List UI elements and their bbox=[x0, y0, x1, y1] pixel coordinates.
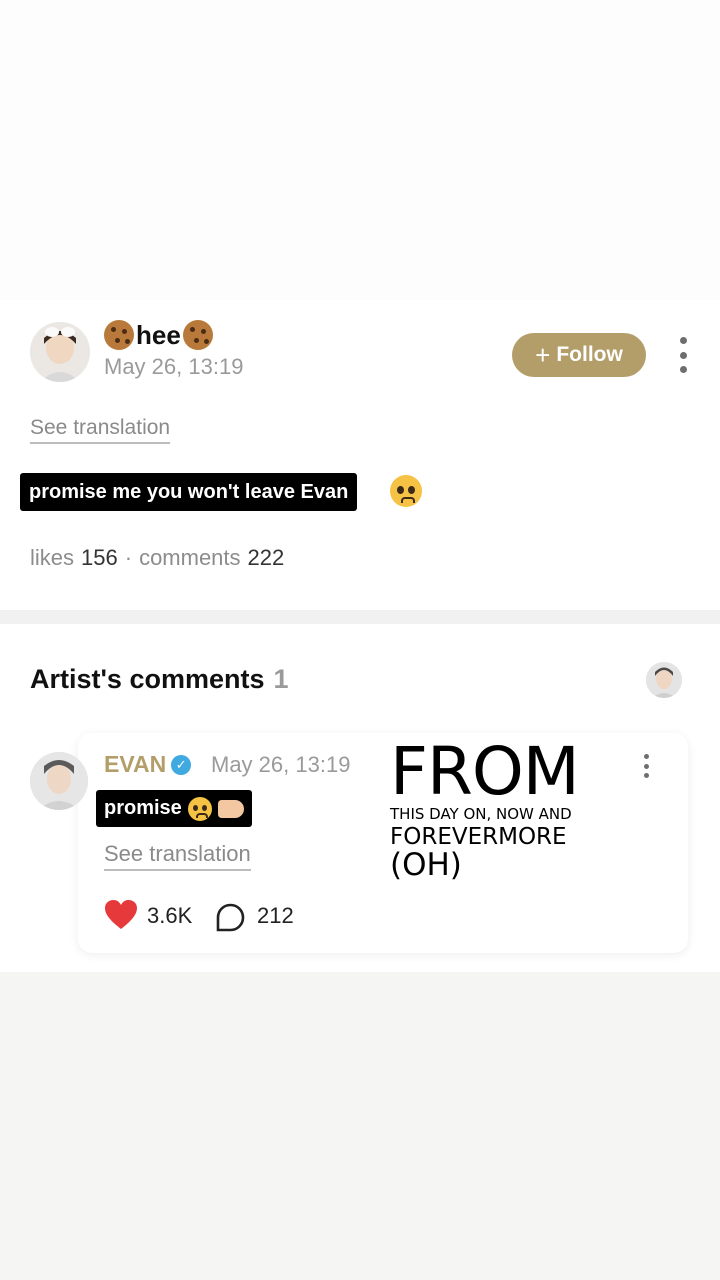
comment-text: promise bbox=[96, 790, 252, 827]
comment-more-vert-icon[interactable] bbox=[642, 754, 650, 778]
post-stats: likes 156 · comments 222 bbox=[30, 545, 284, 571]
post-caption: promise me you won't leave Evan bbox=[20, 473, 358, 511]
likes-value: 156 bbox=[81, 545, 118, 570]
comments-label: comments bbox=[139, 545, 241, 570]
more-vert-icon[interactable] bbox=[678, 337, 688, 373]
pleading-face-emoji bbox=[187, 796, 212, 821]
artist-avatar-small[interactable] bbox=[646, 662, 682, 698]
backhand-index-emoji bbox=[217, 799, 244, 818]
follow-label: Follow bbox=[556, 343, 623, 366]
post-author-avatar[interactable] bbox=[30, 322, 90, 382]
comment-text-content: promise bbox=[104, 797, 182, 819]
avatar-image bbox=[30, 322, 90, 382]
lyric-line-1: FROM bbox=[390, 733, 580, 810]
bottom-blank-area bbox=[0, 972, 720, 1280]
artist-comments-count: 1 bbox=[273, 664, 289, 694]
author-name-text: hee bbox=[136, 319, 181, 350]
plus-icon: + bbox=[535, 340, 551, 370]
post-date: May 26, 13:19 bbox=[104, 354, 244, 379]
comments-value: 222 bbox=[247, 545, 285, 570]
likes-label: likes bbox=[30, 545, 75, 570]
avatar-image bbox=[30, 752, 88, 810]
artist-comments-heading: Artist's comments 1 bbox=[30, 664, 289, 695]
avatar-image bbox=[646, 662, 682, 698]
section-divider bbox=[0, 610, 720, 624]
comment-author-text: EVAN bbox=[104, 751, 167, 777]
blank-video-area bbox=[0, 0, 720, 300]
comment-date: May 26, 13:19 bbox=[211, 752, 351, 777]
artist-comments-title: Artist's comments bbox=[30, 664, 265, 694]
see-translation-link[interactable]: See translation bbox=[30, 416, 171, 444]
comment-bubble-icon[interactable] bbox=[216, 903, 245, 932]
comment-author-name[interactable]: EVAN ✓ bbox=[104, 751, 192, 778]
lyric-line-4: (OH) bbox=[390, 847, 462, 883]
cookie-emoji bbox=[104, 320, 134, 350]
follow-button[interactable]: + Follow bbox=[512, 333, 646, 377]
comment-likes-count: 3.6K bbox=[147, 903, 193, 928]
comment-see-translation-link[interactable]: See translation bbox=[104, 841, 251, 871]
lyric-overlay: FROM THIS DAY ON, NOW AND FOREVERMORE (O… bbox=[390, 733, 640, 883]
heart-icon[interactable] bbox=[104, 899, 138, 931]
pleading-face-emoji bbox=[390, 475, 422, 507]
lyric-line-2: THIS DAY ON, NOW AND bbox=[390, 805, 572, 823]
verified-icon: ✓ bbox=[171, 754, 192, 775]
comment-author-avatar[interactable] bbox=[30, 752, 88, 810]
stats-separator: · bbox=[124, 545, 133, 570]
cookie-emoji bbox=[182, 320, 213, 350]
post-author-name[interactable]: hee bbox=[104, 318, 213, 352]
comment-replies-count: 212 bbox=[257, 903, 294, 928]
